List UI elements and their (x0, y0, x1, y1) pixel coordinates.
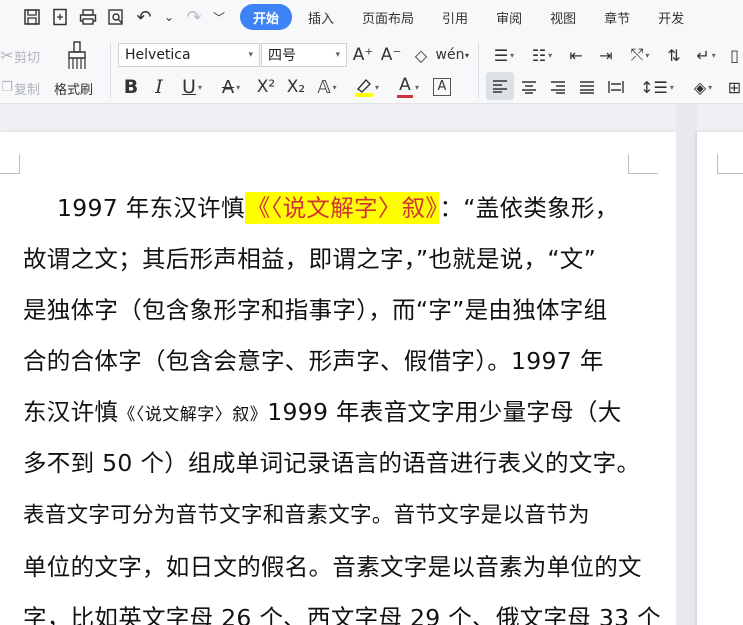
export-pdf-icon[interactable] (46, 0, 74, 34)
format-painter-icon[interactable] (62, 40, 92, 72)
bold-icon[interactable]: B (120, 74, 142, 100)
next-page[interactable] (697, 132, 743, 625)
align-right-icon[interactable] (546, 74, 570, 100)
chevron-down-icon: ▾ (335, 50, 340, 60)
justify-icon[interactable] (575, 74, 599, 100)
ribbon-separator (478, 42, 479, 98)
margin-corner-mark (628, 154, 658, 174)
chevron-down-icon[interactable]: ▾ (462, 42, 472, 68)
tab-section[interactable]: 章节 (590, 0, 644, 34)
tab-review[interactable]: 审阅 (482, 0, 536, 34)
chevron-down-icon: ▾ (248, 50, 253, 60)
align-left-icon[interactable] (486, 72, 514, 100)
paragraph-line-3: 是独体字（包含象形字和指事字），而“字”是由独体字组 (23, 296, 608, 324)
bullet-list-icon[interactable]: ☰ ▾ (488, 42, 520, 68)
clear-format-icon[interactable]: ◇ (410, 42, 432, 68)
print-preview-icon[interactable] (102, 0, 130, 34)
borders-icon[interactable]: ⊞ (726, 74, 743, 100)
margin-corner-mark (717, 154, 743, 174)
show-marks-icon[interactable]: ↵ ▾ (690, 42, 722, 68)
numbered-list-icon[interactable]: ☷ ▾ (526, 42, 558, 68)
highlight-color-icon[interactable]: ▾ (350, 74, 384, 100)
undo-dropdown-icon[interactable]: ⌄ (158, 0, 180, 34)
chinese-layout-icon[interactable]: ⤲ ▾ (624, 42, 656, 68)
font-size-value: 四号 (268, 48, 296, 64)
paragraph-line-2: 故谓之文；其后形声相益，即谓之字，”也就是说，“文” (23, 245, 597, 273)
cut-icon: ✂ (0, 45, 14, 65)
tab-page-layout[interactable]: 页面布局 (348, 0, 428, 34)
superscript-icon[interactable]: X² (254, 74, 278, 100)
ribbon-separator (110, 42, 111, 98)
grow-font-icon[interactable]: A⁺ (352, 42, 374, 68)
paragraph-line-9: 字，比如英文字母 26 个、西文字母 29 个、俄文字母 33 个 (23, 604, 661, 625)
paragraph-line-4: 合的合体字（包含会意字、形声字、假借字）。1997 年 (23, 347, 604, 375)
shrink-font-icon[interactable]: A⁻ (380, 42, 402, 68)
underline-icon[interactable]: U ▾ (176, 74, 208, 100)
decrease-indent-icon[interactable]: ⇤ (564, 42, 588, 68)
print-icon[interactable] (74, 0, 102, 34)
text-run: 1997 年东汉许慎 (57, 194, 245, 222)
page-gap (676, 104, 697, 625)
format-painter-button[interactable]: 格式刷 (54, 79, 93, 98)
ribbon-toolbar: ✂ 剪切 ❐ 复制 格式刷 Helvetica ▾ 四号 ▾ A⁺ A⁻ ◇ wén… (0, 34, 743, 104)
customize-dropdown-icon[interactable]: ﹀ (208, 0, 230, 34)
highlighted-text: 《〈说文解字〉叙》 (244, 192, 440, 224)
shading-icon[interactable]: ◈ ▾ (686, 74, 720, 100)
subscript-icon[interactable]: X₂ (284, 74, 308, 100)
font-size-select[interactable]: 四号 ▾ (261, 43, 347, 67)
increase-indent-icon[interactable]: ⇥ (594, 42, 618, 68)
align-center-icon[interactable] (517, 74, 541, 100)
sort-icon[interactable]: ⇅ (662, 42, 686, 68)
paragraph-line-5: 东汉许慎《〈说文解字〉叙》1999 年表音文字用少量字母（大 (23, 395, 622, 432)
undo-icon[interactable]: ↶ (130, 0, 158, 34)
small-text-run: 《〈说文解字〉叙》 (118, 405, 268, 425)
italic-icon[interactable]: I (148, 74, 170, 100)
margin-corner-mark (0, 154, 20, 174)
paragraph-line-8: 单位的文字，如日文的假名。音素文字是以音素为单位的文 (23, 553, 642, 581)
phonetic-guide-icon[interactable]: wén (436, 42, 465, 68)
more-icon[interactable]: ▯ (726, 42, 743, 68)
tab-view[interactable]: 视图 (536, 0, 590, 34)
font-name-select[interactable]: Helvetica ▾ (118, 43, 260, 67)
cut-button: 剪切 (14, 51, 41, 66)
text-run: ：“盖依类象形， (439, 194, 619, 222)
distributed-align-icon[interactable] (604, 74, 628, 100)
line-spacing-icon[interactable]: ↕☰ ▾ (640, 74, 674, 100)
ribbon-tabs: 开始 插入 页面布局 引用 审阅 视图 章节 开发 (240, 0, 698, 34)
copy-icon: ❐ (1, 79, 13, 95)
copy-button: 复制 (14, 83, 41, 98)
text-run: 东汉许慎 (23, 398, 119, 426)
paragraph-line-6: 多不到 50 个）组成单词记录语言的语音进行表义的文字。 (23, 449, 641, 477)
strikethrough-icon[interactable]: A ▾ (214, 74, 248, 100)
document-area: 1997 年东汉许慎《〈说文解字〉叙》：“盖依类象形， 故谓之文；其后形声相益，… (0, 104, 743, 625)
text-effect-icon[interactable]: 𝔸 ▾ (312, 74, 342, 100)
redo-icon: ↷ (186, 6, 202, 28)
paragraph-line-7: 表音文字可分为音节文字和音素文字。音节文字是以音节为 (23, 503, 590, 528)
tab-insert[interactable]: 插入 (294, 0, 348, 34)
tab-home[interactable]: 开始 (240, 4, 293, 30)
character-border-icon[interactable]: A (430, 74, 454, 100)
text-run: 1999 年表音文字用少量字母（大 (267, 398, 622, 426)
quick-access-toolbar: ↶ ⌄ ↷ ﹀ (0, 0, 230, 34)
font-color-icon[interactable]: A ▾ (392, 74, 424, 100)
document-page[interactable]: 1997 年东汉许慎《〈说文解字〉叙》：“盖依类象形， 故谓之文；其后形声相益，… (0, 132, 676, 625)
save-icon[interactable] (18, 0, 46, 34)
font-name-value: Helvetica (125, 47, 191, 63)
paragraph-line-1: 1997 年东汉许慎《〈说文解字〉叙》：“盖依类象形， (57, 191, 619, 225)
menu-bar: ↶ ⌄ ↷ ﹀ 开始 插入 页面布局 引用 审阅 视图 章节 开发 (0, 0, 743, 34)
tab-developer[interactable]: 开发 (644, 0, 698, 34)
tab-references[interactable]: 引用 (428, 0, 482, 34)
